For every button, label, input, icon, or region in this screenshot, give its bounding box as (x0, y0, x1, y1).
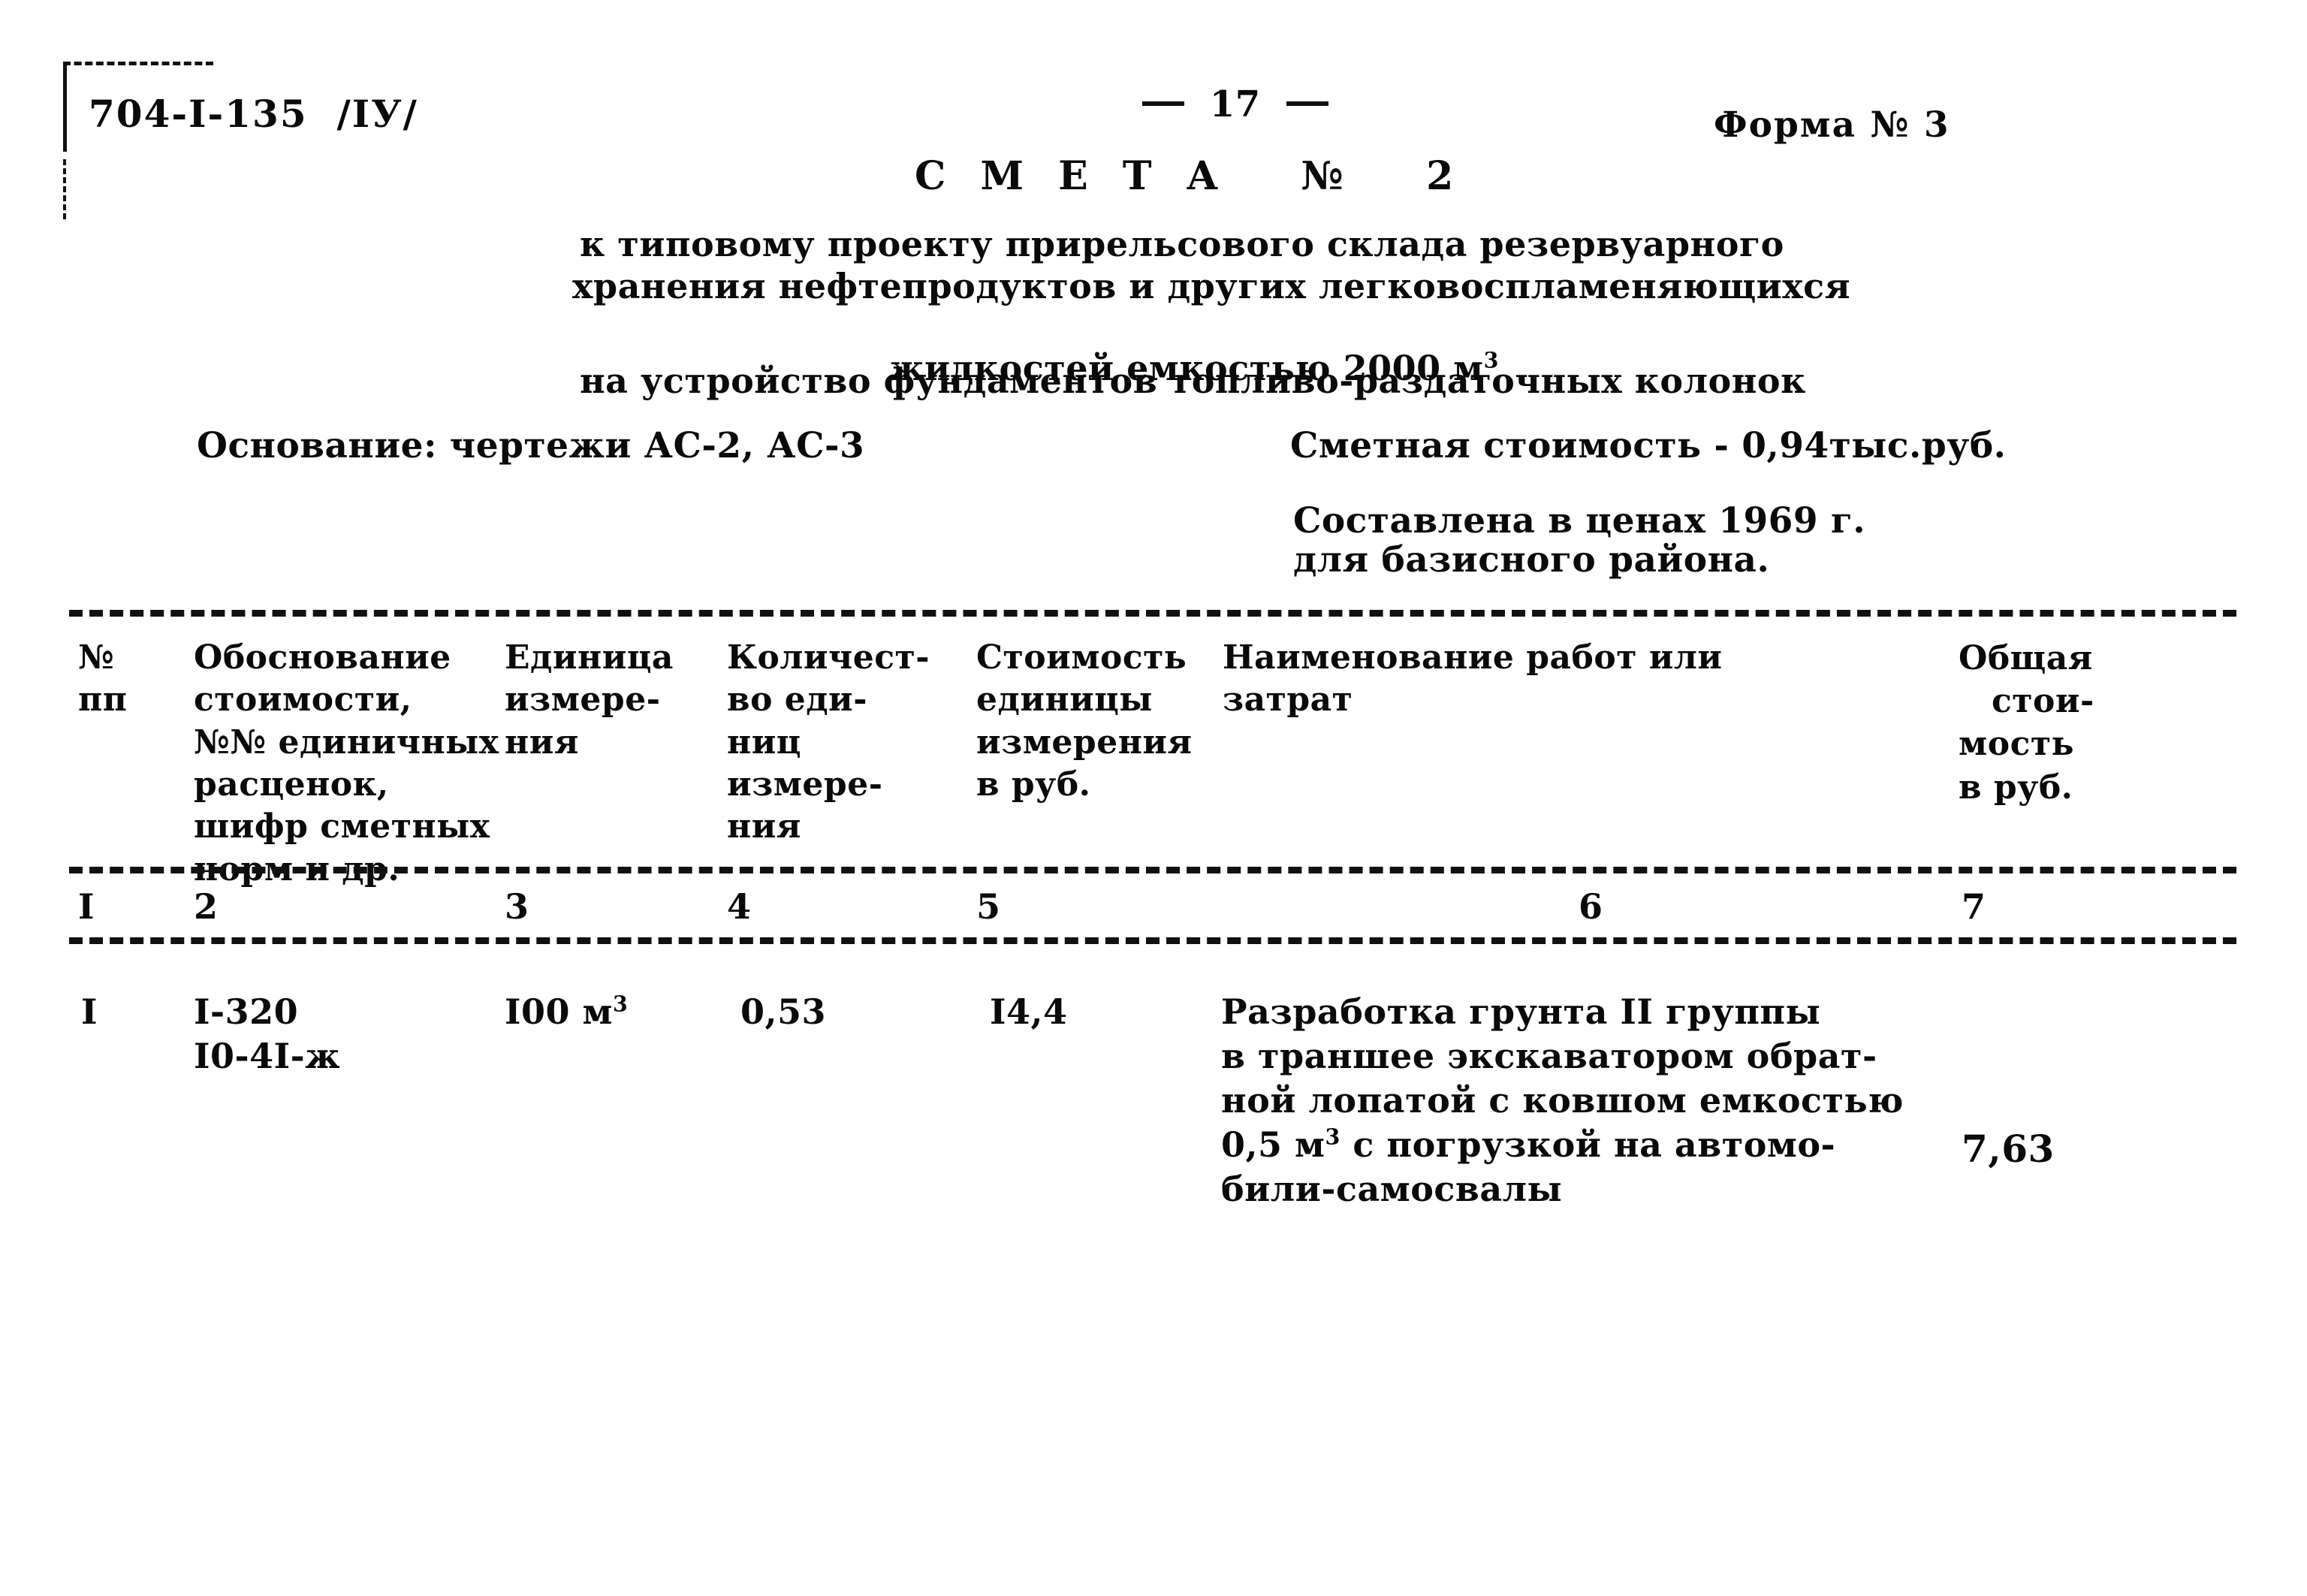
table-header-col7-line1: Общая (1959, 639, 2093, 677)
row-quantity: 0,53 (740, 991, 827, 1032)
row-unit-text: I00 м (505, 991, 614, 1032)
table-header-col7-line4: в руб. (1959, 768, 2073, 807)
table-column-numbers-bottom-rule (69, 937, 2236, 944)
row-justification-line-2: I0-4I-ж (194, 1035, 341, 1076)
row-description-line-4-suffix: с погрузкой на автомо- (1340, 1124, 1836, 1165)
row-total-cost: 7,63 (1962, 1127, 2055, 1171)
project-code: 704-I-135 /IУ/ (89, 92, 418, 136)
row-unit-cost: I4,4 (990, 991, 1068, 1032)
corner-mark-horizontal-rule (63, 62, 213, 65)
table-header-col7-line3: мость (1959, 725, 2074, 764)
table-header-bottom-rule (69, 867, 2236, 873)
row-description-line-4-prefix: 0,5 м (1221, 1124, 1325, 1165)
table-column-number-1: I (78, 886, 95, 927)
table-top-rule (69, 610, 2236, 617)
table-header-col6: Наименование работ или затрат (1223, 638, 1723, 720)
table-header-col7: Общая стои-мость в руб. (1959, 637, 2094, 809)
table-header-col3: Единица измере- ния (505, 638, 674, 762)
prices-note-line-2: для базисного района. (1293, 539, 1770, 581)
row-description-line-1: Разработка грунта II группы (1221, 991, 1821, 1032)
table-column-number-7: 7 (1962, 886, 1986, 927)
page-number-right-dash (1286, 101, 1328, 107)
table-header-col7-line2: стои- (1992, 682, 2094, 721)
row-description-line-3: ной лопатой с ковшом емкостью (1221, 1079, 1904, 1121)
table-header-col4: Количест- во еди- ниц измере- ния (727, 638, 930, 846)
table-header-col1: № пп (78, 637, 127, 722)
page-title: С М Е Т А № 2 (915, 153, 1464, 199)
page-number-left-dash (1141, 101, 1184, 107)
table-header-col2: Обоснование стоимости, №№ единичных расц… (194, 638, 499, 889)
basis-label: Основание: чертежи АС-2, АС-3 (197, 425, 865, 466)
row-unit: I00 м3 (505, 990, 628, 1034)
row-description-line-4-superscript: 3 (1325, 1124, 1340, 1150)
document-page: 704-I-135 /IУ/ 17 Форма № 3 С М Е Т А № … (0, 0, 2307, 1596)
page-number-value: 17 (1209, 83, 1261, 126)
form-label: Форма № 3 (1714, 104, 1950, 146)
purpose-line: на устройство фундаментов топливо-раздат… (580, 361, 1806, 401)
table-header-col1-line1: № (78, 638, 115, 677)
estimate-cost: Сметная стоимость - 0,94тыс.руб. (1290, 425, 2007, 466)
corner-mark-vertical-rule (63, 62, 67, 152)
table-column-number-2: 2 (194, 886, 219, 927)
table-header-col5: Стоимость единицы измерения в руб. (976, 638, 1193, 804)
table-column-number-5: 5 (976, 886, 1001, 927)
subtitle-line-1: к типовому проекту прирельсового склада … (580, 224, 1784, 264)
row-justification-line-1: I-320 (194, 991, 299, 1032)
row-description-line-2: в траншее экскаватором обрат- (1221, 1035, 1877, 1076)
corner-mark-vertical-rule-lower (63, 159, 66, 219)
table-header-col1-line2: пп (78, 680, 128, 720)
row-unit-superscript: 3 (613, 991, 629, 1017)
row-description-line-5: били-самосвалы (1221, 1168, 1563, 1209)
row-justification: I-320 I0-4I-ж (194, 990, 340, 1079)
table-column-number-3: 3 (505, 886, 529, 927)
row-number: I (81, 991, 98, 1032)
table-column-number-4: 4 (727, 886, 752, 927)
row-description: Разработка грунта II группы в траншее экс… (1221, 990, 1904, 1211)
table-column-number-6: 6 (1579, 886, 1603, 927)
